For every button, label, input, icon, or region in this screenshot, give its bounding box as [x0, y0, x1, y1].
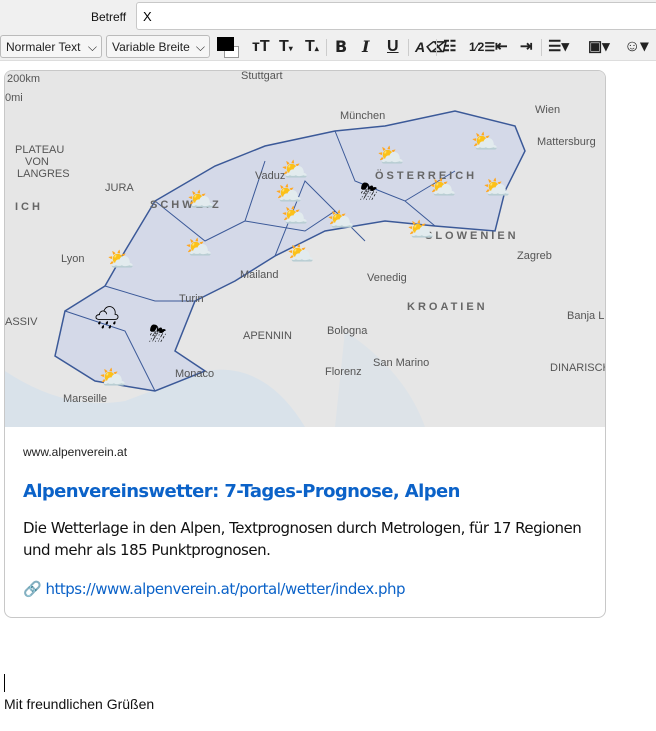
weather-icon: ⛅ — [187, 188, 214, 213]
map-label: Stuttgart — [241, 71, 283, 82]
weather-icon: ⛅ — [287, 242, 314, 267]
subject-label: Betreff — [91, 10, 127, 24]
align-icon[interactable]: ☰▾ — [548, 37, 569, 57]
map-label: VON — [25, 156, 49, 168]
separator — [326, 39, 327, 56]
map-label: Turin — [179, 293, 204, 305]
indent-icon[interactable]: ⇥ — [520, 37, 533, 57]
preview-site: www.alpenverein.at — [23, 445, 128, 459]
font-size-up-icon[interactable]: T▴ — [305, 37, 319, 59]
map-label: Bologna — [327, 325, 368, 337]
map-label: ASSIV — [5, 316, 38, 328]
map-label: München — [340, 110, 385, 122]
map-label: ICH — [15, 201, 43, 213]
font-size-smaller-icon[interactable]: ᴛT — [252, 37, 270, 57]
map-label: LANGRES — [17, 168, 70, 180]
link-icon: 🔗 — [23, 580, 42, 598]
signature-text[interactable]: Mit freundlichen Grüßen — [4, 696, 154, 712]
map-label: KROATIEN — [407, 301, 488, 313]
emoji-icon[interactable]: ☺▾ — [624, 37, 648, 57]
map-label: Marseille — [63, 393, 107, 405]
paragraph-format-value: Normaler Text — [6, 40, 81, 54]
weather-icon: ⛅ — [281, 204, 308, 229]
map-label: SLOWENIEN — [425, 230, 519, 242]
font-size-down-icon[interactable]: T▾ — [279, 37, 293, 59]
underline-icon[interactable]: U — [387, 37, 399, 57]
preview-url-link[interactable]: https://www.alpenverein.at/portal/wetter… — [45, 580, 405, 598]
format-toolbar: Normaler Text ⌵ Variable Breite ⌵ ᴛT T▾ … — [0, 33, 656, 61]
preview-url-row[interactable]: 🔗 https://www.alpenverein.at/portal/wett… — [23, 580, 406, 598]
subject-input[interactable]: X — [136, 2, 656, 30]
numbered-list-icon[interactable]: 1⁄2☰ — [469, 37, 495, 57]
map-label: Zagreb — [517, 250, 552, 262]
map-label: DINARISCHES — [550, 362, 606, 374]
weather-icon: ⛅ — [429, 176, 456, 201]
italic-icon[interactable]: I — [362, 37, 369, 57]
alps-weather-map-image: 200km 0mi Stuttgart München Wien Matters… — [5, 71, 606, 427]
map-label: APENNIN — [243, 330, 292, 342]
preview-description: Die Wetterlage in den Alpen, Textprognos… — [23, 519, 582, 559]
map-label: Mattersburg — [537, 136, 596, 148]
map-label: JURA — [105, 182, 134, 194]
text-color-swatch[interactable] — [217, 37, 234, 51]
link-preview-card[interactable]: 200km 0mi Stuttgart München Wien Matters… — [4, 70, 606, 618]
chevron-down-icon: ⌵ — [87, 40, 97, 54]
font-select[interactable]: Variable Breite ⌵ — [106, 35, 210, 58]
remove-formatting-icon[interactable]: A⌫ — [415, 37, 445, 57]
map-label: Wien — [535, 104, 560, 116]
compose-header: Betreff X — [0, 0, 656, 34]
outdent-icon[interactable]: ⇤ — [495, 37, 508, 57]
weather-icon: 🌧 — [93, 306, 121, 331]
map-label: Banja L — [567, 310, 604, 322]
text-color-button[interactable] — [216, 36, 242, 58]
insert-image-icon[interactable]: ▣▾ — [588, 37, 610, 57]
map-label: Lyon — [61, 253, 84, 265]
weather-icon: ⛅ — [471, 130, 498, 155]
weather-icon: ⛅ — [327, 208, 354, 233]
weather-icon: ⛅ — [185, 236, 212, 261]
separator — [408, 39, 409, 56]
map-label: PLATEAU — [15, 144, 64, 156]
weather-icon: ⛈ — [149, 322, 167, 347]
weather-icon: ⛈ — [360, 180, 378, 205]
map-label: Florenz — [325, 366, 362, 378]
bulleted-list-icon[interactable]: ☷ — [443, 37, 456, 57]
map-label: Monaco — [175, 368, 214, 380]
map-label: Mailand — [240, 269, 279, 281]
preview-title-link[interactable]: Alpenvereinswetter: 7-Tages-Prognose, Al… — [23, 481, 460, 502]
bold-icon[interactable]: B — [335, 37, 347, 57]
weather-icon: ⛅ — [107, 248, 134, 273]
weather-icon: ⛅ — [483, 176, 510, 201]
chevron-down-icon: ⌵ — [195, 40, 205, 54]
weather-icon: ⛅ — [281, 158, 308, 183]
map-label: Venedig — [367, 272, 407, 284]
paragraph-format-select[interactable]: Normaler Text ⌵ — [0, 35, 102, 58]
weather-icon: ⛅ — [407, 218, 434, 243]
weather-icon: ⛅ — [99, 366, 126, 391]
text-cursor — [4, 674, 5, 692]
font-value: Variable Breite — [112, 40, 190, 54]
separator — [541, 39, 542, 56]
separator — [436, 39, 437, 56]
map-label: San Marino — [373, 357, 429, 369]
map-label: ÖSTERREICH — [375, 169, 477, 182]
map-scale-km: 200km — [7, 73, 40, 85]
map-scale-mi: 0mi — [5, 92, 23, 104]
weather-icon: ⛅ — [377, 144, 404, 169]
